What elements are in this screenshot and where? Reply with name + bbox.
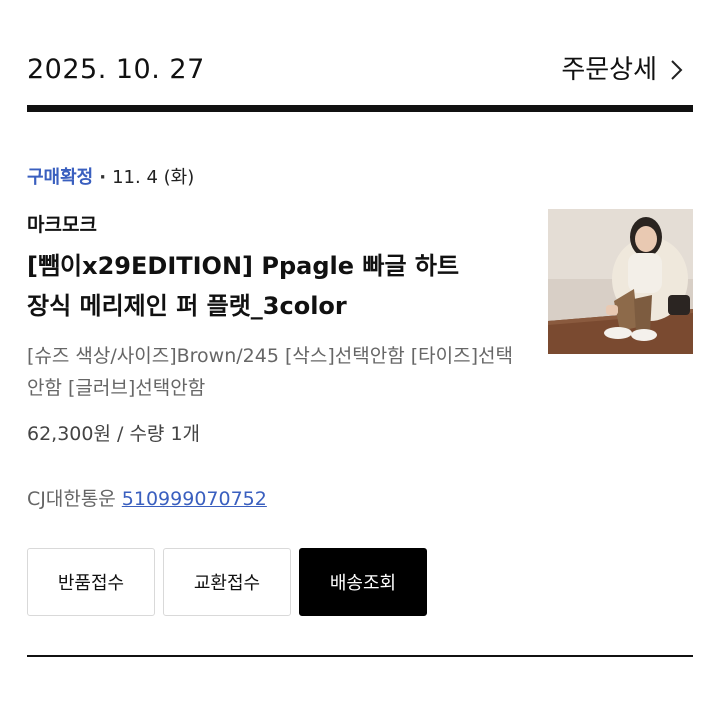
price-quantity: 62,300원 / 수량 1개 <box>27 423 201 445</box>
return-request-button[interactable]: 반품접수 <box>27 548 155 616</box>
header-divider <box>27 105 693 112</box>
track-delivery-button[interactable]: 배송조회 <box>299 548 427 616</box>
order-detail-label: 주문상세 <box>561 55 657 85</box>
chevron-right-icon <box>671 60 683 80</box>
courier-name: CJ대한통운 <box>27 488 116 510</box>
tracking-number-link[interactable]: 510999070752 <box>122 484 267 514</box>
section-divider <box>27 655 693 657</box>
order-detail-link[interactable]: 주문상세 <box>561 50 687 90</box>
product-options: [슈즈 색상/사이즈]Brown/245 [삭스]선택안함 [타이즈]선택안함 … <box>27 345 513 399</box>
status-date: 11. 4 (화) <box>112 167 195 188</box>
shipping-info: CJ대한통운 510999070752 <box>27 484 267 514</box>
order-header: 2025. 10. 27 주문상세 <box>27 50 693 90</box>
status-separator: · <box>99 167 107 188</box>
product-photo <box>548 209 693 354</box>
product-name[interactable]: [뺌이x29EDITION] Ppagle 빠글 하트 장식 메리제인 퍼 플랫… <box>27 246 527 326</box>
exchange-request-button[interactable]: 교환접수 <box>163 548 291 616</box>
status-line: 구매확정 · 11. 4 (화) <box>27 164 194 192</box>
product-thumbnail[interactable] <box>548 209 693 354</box>
product-name-line-2: 장식 메리제인 퍼 플랫_3color <box>27 292 347 320</box>
status-badge: 구매확정 <box>27 167 94 188</box>
product-name-line-1: [뺌이x29EDITION] Ppagle 빠글 하트 <box>27 252 460 280</box>
order-date: 2025. 10. 27 <box>27 54 205 85</box>
brand-name[interactable]: 마크모크 <box>27 210 97 237</box>
